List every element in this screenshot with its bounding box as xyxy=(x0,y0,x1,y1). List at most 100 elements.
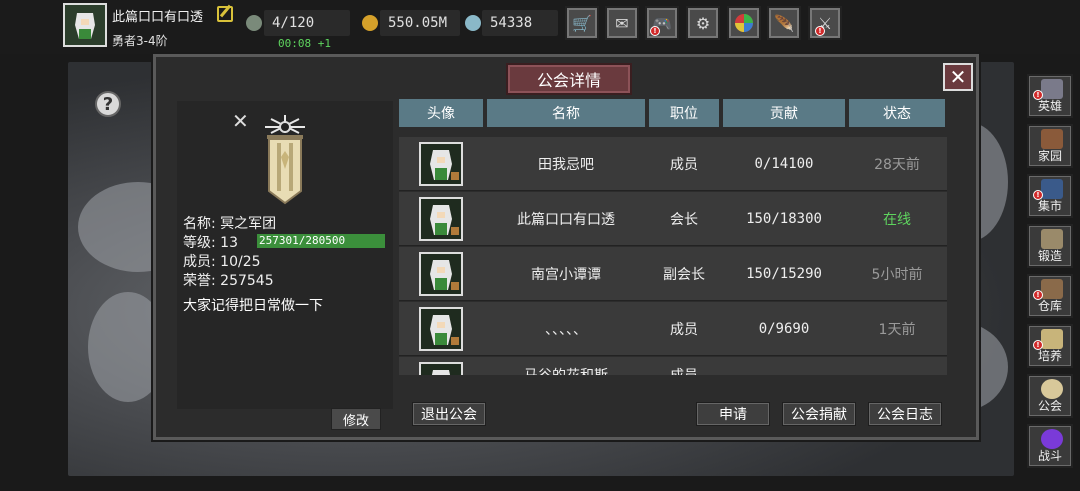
gold-coin-icon xyxy=(362,15,378,31)
member-status: 1天前 xyxy=(878,322,916,338)
lightning-icon xyxy=(246,15,262,31)
shop-cart-icon: 🛒 xyxy=(572,13,592,33)
guild-exp-bar: 257301/280500 xyxy=(257,234,385,248)
member-status: 28天前 xyxy=(874,157,920,173)
member-contribution: 0/9690 xyxy=(758,321,810,337)
player-rank: 勇者3-4阶 xyxy=(112,34,168,48)
sidebar-item-hero[interactable]: ! 英雄 xyxy=(1027,74,1073,118)
sidebar-item-train[interactable]: ! 培养 xyxy=(1027,324,1073,368)
stamina-timer: 00:08 +1 xyxy=(278,37,331,50)
dialog-title: 公会详情 xyxy=(506,63,632,95)
table-row[interactable]: 马谷的花和斯 成员 xyxy=(399,357,947,375)
potion-icon xyxy=(1041,329,1063,349)
sidebar-item-label: 锻造 xyxy=(1037,249,1062,263)
guild-name: 冥之军团 xyxy=(220,216,277,232)
member-name: 南宫小谭谭 xyxy=(531,267,601,283)
guild-banner-icon xyxy=(265,115,305,205)
table-row[interactable]: 田我忌吧 成员 0/14100 28天前 xyxy=(399,137,947,191)
guild-log-button[interactable]: 公会日志 xyxy=(868,402,942,426)
sidebar-item-guild[interactable]: 公会 xyxy=(1027,374,1073,418)
dismiss-icon[interactable]: ✕ xyxy=(232,109,249,133)
member-role: 会长 xyxy=(670,212,698,228)
color-wheel-icon xyxy=(735,14,753,32)
member-avatar[interactable] xyxy=(419,197,463,241)
feather-button[interactable]: 🪶 xyxy=(767,6,801,40)
member-name: 此篇口口有口透 xyxy=(517,212,615,228)
modify-notice-button[interactable]: 修改 xyxy=(331,408,381,430)
member-list[interactable]: 田我忌吧 成员 0/14100 28天前 此篇口口有口透 会长 150/1830… xyxy=(399,137,947,375)
col-header-name: 名称 xyxy=(487,99,645,127)
helmet-icon xyxy=(1041,79,1063,99)
quit-guild-button[interactable]: 退出公会 xyxy=(412,402,486,426)
member-name: 、、、、、 xyxy=(545,322,587,338)
col-header-role: 职位 xyxy=(649,99,719,127)
guild-name-row: 名称: 冥之军团 xyxy=(183,213,276,233)
guild-members: 10/25 xyxy=(220,254,261,270)
close-button[interactable]: ✕ xyxy=(943,63,973,91)
battle-button[interactable]: ⚔ ! xyxy=(808,6,842,40)
guild-donate-button[interactable]: 公会捐献 xyxy=(782,402,856,426)
edit-name-icon[interactable] xyxy=(217,6,233,22)
guild-icon xyxy=(1041,379,1063,399)
portal-icon xyxy=(1041,429,1063,449)
member-status: 在线 xyxy=(883,212,911,228)
guild-notice: 大家记得把日常做一下 xyxy=(183,298,323,314)
sidebar-item-market[interactable]: ! 集市 xyxy=(1027,174,1073,218)
gem-icon xyxy=(465,15,481,31)
table-row[interactable]: 、、、、、 成员 0/9690 1天前 xyxy=(399,302,947,356)
member-name: 田我忌吧 xyxy=(538,157,594,173)
member-role: 成员 xyxy=(649,357,719,375)
guild-members-row: 成员: 10/25 xyxy=(183,251,261,271)
guild-details-dialog: 公会详情 ✕ ✕ 名称: 冥之军团 等级: 13 257301/280500 成… xyxy=(153,54,979,440)
guild-name-label: 名称: xyxy=(183,216,216,232)
alert-badge-icon: ! xyxy=(815,26,825,36)
color-wheel-button[interactable] xyxy=(727,6,761,40)
member-role: 成员 xyxy=(670,157,698,173)
sidebar-item-warehouse[interactable]: ! 仓库 xyxy=(1027,274,1073,318)
feather-icon: 🪶 xyxy=(774,13,794,33)
guild-honor: 257545 xyxy=(220,273,274,289)
sidebar-item-label: 战斗 xyxy=(1037,449,1062,463)
member-avatar[interactable] xyxy=(419,142,463,186)
guild-honor-label: 荣誉: xyxy=(183,273,216,289)
guild-level-label: 等级: xyxy=(183,235,216,251)
table-row[interactable]: 南宫小谭谭 副会长 150/15290 5小时前 xyxy=(399,247,947,301)
sidebar-item-home[interactable]: 家园 xyxy=(1027,124,1073,168)
shop-button[interactable]: 🛒 xyxy=(565,6,599,40)
apply-button[interactable]: 申请 xyxy=(696,402,770,426)
help-icon[interactable]: ? xyxy=(95,91,121,117)
member-contribution: 150/15290 xyxy=(746,266,822,282)
member-contribution: 0/14100 xyxy=(754,156,814,172)
member-name: 马谷的花和斯 xyxy=(487,357,645,375)
stamina-value: 4/120 xyxy=(272,15,315,31)
sidebar-item-battle[interactable]: 战斗 xyxy=(1027,424,1073,468)
member-contribution: 150/18300 xyxy=(746,211,822,227)
sidebar-item-label: 培养 xyxy=(1037,349,1062,363)
sidebar-item-forge[interactable]: 锻造 xyxy=(1027,224,1073,268)
member-role: 副会长 xyxy=(663,267,705,283)
member-avatar[interactable] xyxy=(419,252,463,296)
guild-exp-text: 257301/280500 xyxy=(259,234,346,247)
house-icon xyxy=(1041,129,1063,149)
stamina-display: 4/120 xyxy=(264,10,350,36)
member-role: 成员 xyxy=(670,322,698,338)
member-avatar[interactable] xyxy=(419,362,463,375)
guild-members-label: 成员: xyxy=(183,254,216,270)
sidebar-item-label: 集市 xyxy=(1037,199,1062,213)
member-avatar[interactable] xyxy=(419,307,463,351)
table-row[interactable]: 此篇口口有口透 会长 150/18300 在线 xyxy=(399,192,947,246)
anvil-icon xyxy=(1041,229,1063,249)
close-icon: ✕ xyxy=(949,65,967,89)
player-avatar[interactable] xyxy=(63,3,107,47)
mail-icon: ✉ xyxy=(615,13,629,33)
guild-honor-row: 荣誉: 257545 xyxy=(183,270,274,290)
sidebar-item-label: 公会 xyxy=(1037,399,1062,413)
member-status: 5小时前 xyxy=(871,267,923,283)
activity-button[interactable]: 🎮 ! xyxy=(645,6,679,40)
guild-level: 13 xyxy=(220,235,238,251)
settings-button[interactable]: ⚙ xyxy=(686,6,720,40)
gems-value: 54338 xyxy=(490,15,533,31)
market-icon xyxy=(1041,179,1063,199)
guild-level-row: 等级: 13 xyxy=(183,232,238,252)
mail-button[interactable]: ✉ xyxy=(605,6,639,40)
